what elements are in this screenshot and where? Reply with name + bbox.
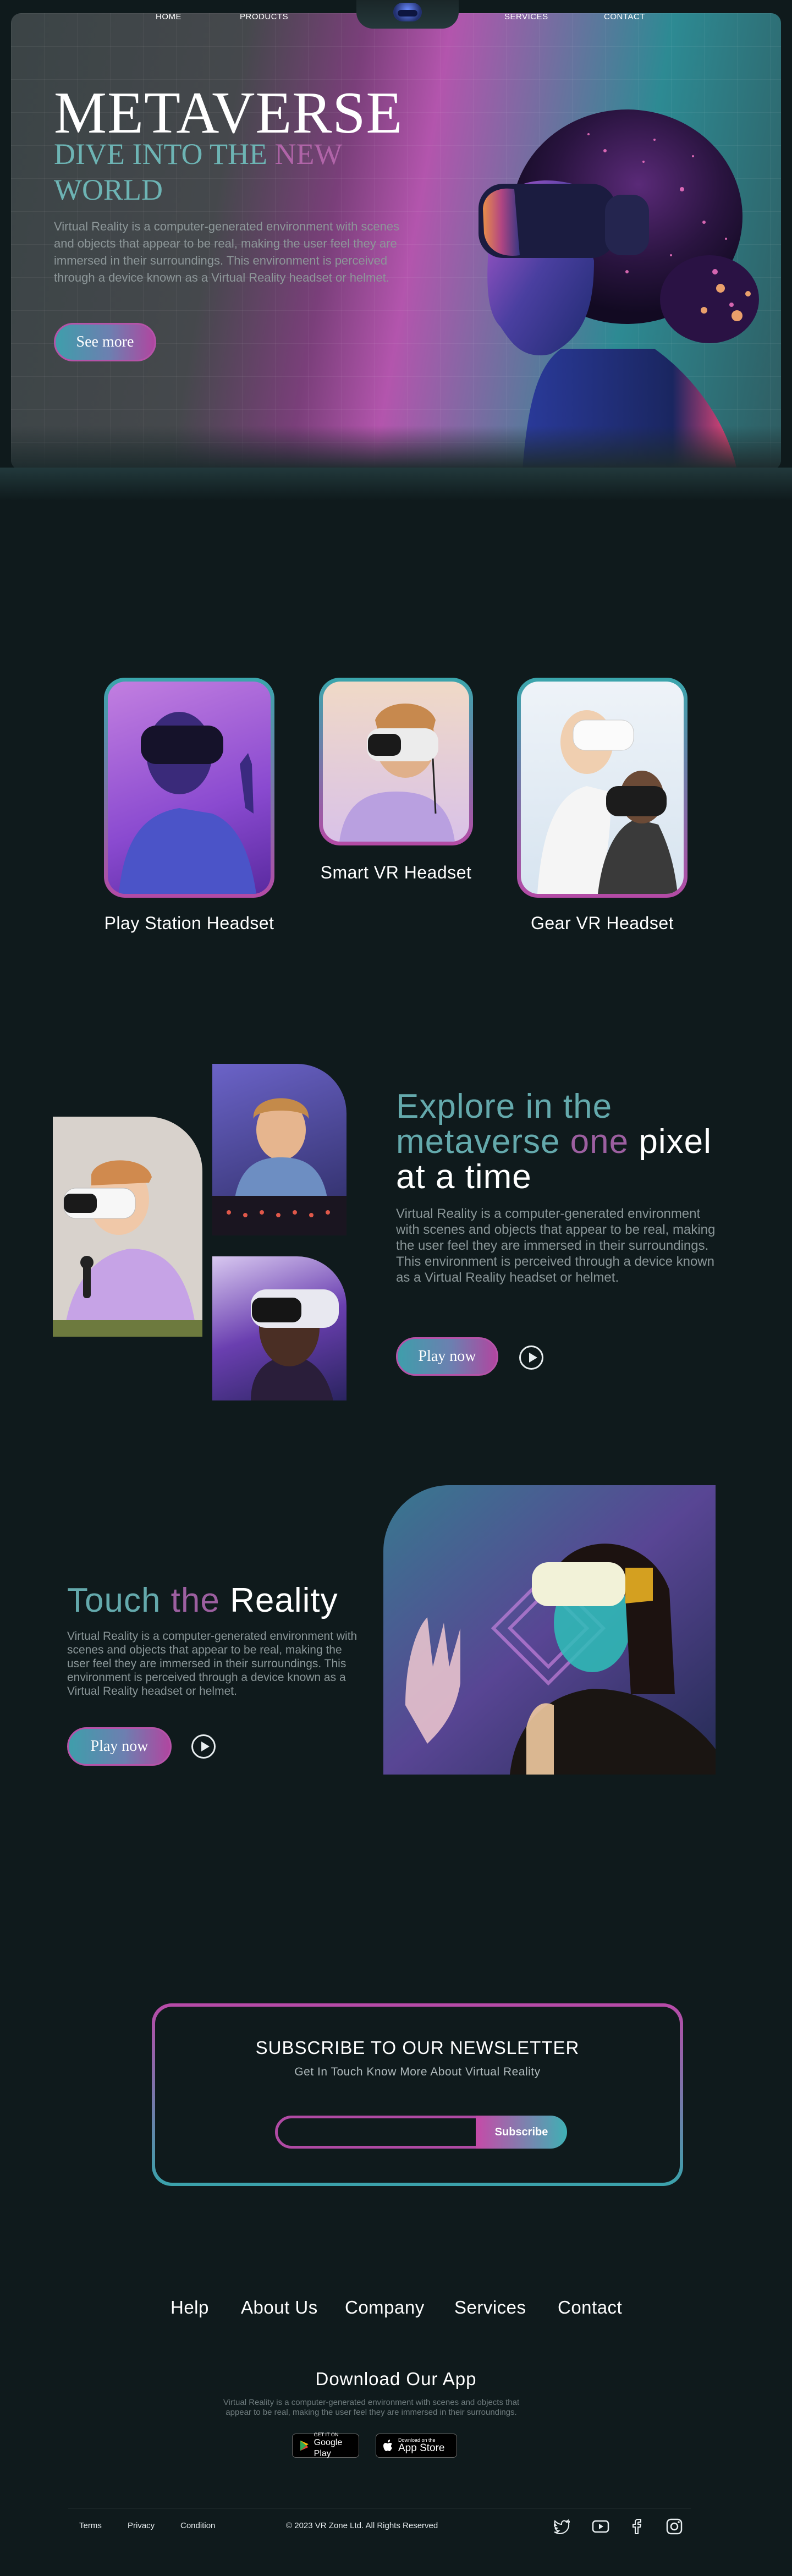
subscribe-button[interactable]: Subscribe (476, 2116, 567, 2149)
download-app-title: Download Our App (315, 2369, 477, 2389)
hero-description: Virtual Reality is a computer-generated … (54, 219, 400, 284)
explore-image-2 (212, 1064, 346, 1235)
newsletter-title: SUBSCRIBE TO OUR NEWSLETTER (255, 2037, 580, 2058)
footer-help-link[interactable]: Help (170, 2297, 209, 2318)
logo[interactable] (356, 0, 459, 29)
footer-services-link[interactable]: Services (454, 2297, 526, 2318)
touch-description: Virtual Reality is a computer-generated … (67, 1630, 358, 1698)
playstation-headset-image (119, 712, 256, 894)
nav-home[interactable]: HOME (156, 12, 182, 21)
product-label-playstation: Play Station Headset (104, 913, 274, 933)
newsletter-subtitle: Get In Touch Know More About Virtual Rea… (294, 2066, 541, 2078)
apple-icon (383, 2440, 392, 2451)
twitter-icon[interactable] (553, 2517, 571, 2536)
product-label-smart: Smart VR Headset (320, 863, 472, 882)
explore-image-3 (212, 1256, 346, 1400)
newsletter-email-field[interactable] (275, 2116, 479, 2149)
explore-play-icon[interactable] (519, 1345, 543, 1370)
vr-gamer-boy-image (212, 1098, 346, 1235)
product-label-gear: Gear VR Headset (530, 913, 674, 933)
hero-subtitle: DIVE INTO THE NEW (54, 138, 343, 171)
explore-image-1 (53, 1117, 202, 1337)
nav-contact[interactable]: CONTACT (604, 12, 645, 21)
newsletter-box: SUBSCRIBE TO OUR NEWSLETTER Get In Touch… (152, 2003, 683, 2186)
gear-headset-image (537, 710, 678, 894)
explore-play-button[interactable]: Play now (396, 1337, 498, 1376)
touch-play-icon[interactable] (191, 1734, 216, 1759)
product-card-playstation[interactable] (104, 678, 274, 898)
product-card-smart[interactable] (319, 678, 473, 845)
footer-about-link[interactable]: About Us (241, 2297, 318, 2318)
copyright-icon: © (286, 2521, 295, 2530)
touch-image (383, 1485, 716, 1775)
google-play-icon (300, 2440, 309, 2451)
vr-boy-controller-image (53, 1160, 202, 1337)
explore-heading: Explore in the metaverse one pixel at a … (396, 1087, 712, 1196)
product-card-gear[interactable] (517, 678, 688, 898)
footer-privacy-link[interactable]: Privacy (128, 2521, 155, 2530)
footer-terms-link[interactable]: Terms (79, 2521, 102, 2530)
touch-heading: Touch the Reality (67, 1581, 338, 1619)
top-nav: HOME PRODUCTS SERVICES CONTACT (0, 0, 792, 29)
footer-contact-link[interactable]: Contact (558, 2297, 622, 2318)
vr-headset-logo-icon (393, 3, 422, 21)
facebook-icon[interactable] (629, 2517, 647, 2536)
vr-woman-hands-image (383, 1485, 716, 1775)
smart-headset-image (339, 704, 455, 842)
app-store-button[interactable]: Download on the App Store (376, 2434, 457, 2458)
vr-man-headset-image (251, 1289, 339, 1400)
hero-section: METAVERSE DIVE INTO THE NEW WORLD Virtua… (11, 13, 781, 470)
explore-description: Virtual Reality is a computer-generated … (396, 1206, 716, 1285)
youtube-icon[interactable] (591, 2517, 610, 2536)
download-app-description: Virtual Reality is a computer-generated … (223, 2398, 520, 2417)
instagram-icon[interactable] (665, 2517, 684, 2536)
touch-play-button[interactable]: Play now (67, 1727, 172, 1766)
vr-woman-image (479, 109, 759, 470)
footer-company-link[interactable]: Company (345, 2297, 425, 2318)
google-play-button[interactable]: GET IT ON Google Play (292, 2432, 359, 2458)
newsletter-email-input[interactable] (278, 2118, 476, 2146)
nav-products[interactable]: PRODUCTS (240, 12, 288, 21)
footer-condition-link[interactable]: Condition (180, 2521, 215, 2530)
nav-services[interactable]: SERVICES (504, 12, 548, 21)
copyright: © 2023 VR Zone Ltd. All Rights Reserved (286, 2521, 438, 2530)
hero-subtitle-line2: WORLD (54, 173, 163, 206)
see-more-button[interactable]: See more (54, 323, 156, 361)
